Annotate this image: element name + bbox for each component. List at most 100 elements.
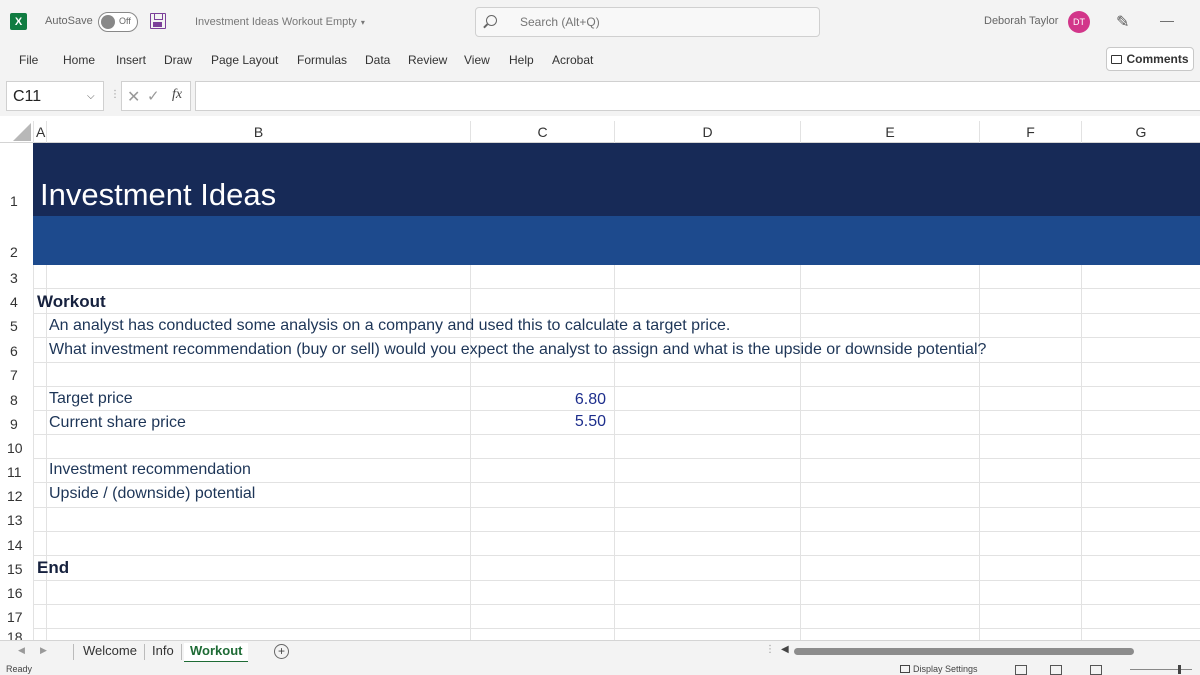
search-icon [486,15,497,26]
row-header[interactable]: 12 [0,484,33,508]
page-title[interactable]: Investment Ideas [40,177,276,213]
gridline [33,386,1200,387]
row-header[interactable]: 7 [0,363,33,387]
recommendation-label[interactable]: Investment recommendation [49,461,251,479]
search-input[interactable] [520,15,800,29]
row-header[interactable]: 6 [0,339,33,363]
tab-acrobat[interactable]: Acrobat [552,53,593,67]
normal-view-icon[interactable] [1015,665,1027,675]
select-all-corner[interactable] [0,121,33,143]
upside-label[interactable]: Upside / (downside) potential [49,485,255,503]
gridline [33,604,1200,605]
pen-icon[interactable]: ✎ [1116,12,1129,32]
row-header[interactable]: 9 [0,412,33,436]
row-header[interactable]: 10 [0,436,33,460]
gridline [33,555,1200,556]
current-price-label[interactable]: Current share price [49,414,186,432]
chevron-down-icon: ▾ [360,18,365,27]
column-header-f[interactable]: F [979,121,1081,143]
tab-help[interactable]: Help [509,53,534,67]
row-header[interactable]: 16 [0,581,33,605]
minimize-button[interactable]: — [1160,12,1174,28]
row-header[interactable]: 15 [0,557,33,581]
column-header-a[interactable]: A [33,121,46,143]
column-header-e[interactable]: E [800,121,979,143]
gridline [33,531,1200,532]
comments-button[interactable]: Comments [1106,47,1194,71]
spreadsheet-grid[interactable]: A B C D E F G Investment Ideas 1 2 3 4 5… [0,116,1200,640]
current-price-value[interactable]: 5.50 [526,413,606,431]
chevron-down-icon[interactable]: ⌵ [87,91,95,102]
tab-draw[interactable]: Draw [164,53,192,67]
row-header[interactable]: 5 [0,314,33,338]
ribbon-tabs: File Home Insert Draw Page Layout Formul… [0,44,1200,76]
formula-buttons: ✕ ✓ fx [121,81,191,111]
sheet-tab-welcome[interactable]: Welcome [83,643,137,658]
more-options-icon[interactable]: ⋮ [765,644,775,655]
tab-home[interactable]: Home [63,53,95,67]
tab-page-layout[interactable]: Page Layout [211,53,278,67]
user-name[interactable]: Deborah Taylor [984,15,1058,27]
tab-review[interactable]: Review [408,53,447,67]
autosave-toggle[interactable]: Off [98,12,138,32]
sheet-tab-workout[interactable]: Workout [184,643,249,663]
tab-data[interactable]: Data [365,53,390,67]
scroll-tabs-right-icon[interactable]: ▶ [40,645,47,656]
row-header[interactable]: 13 [0,508,33,532]
tab-file[interactable]: File [19,53,38,67]
column-header-c[interactable]: C [470,121,614,143]
gridline [33,337,1200,338]
display-settings-label: Display Settings [913,664,978,674]
row-header[interactable]: 18 [0,629,33,640]
add-sheet-button[interactable]: + [274,644,289,659]
tab-formulas[interactable]: Formulas [297,53,347,67]
scroll-tabs-left-icon[interactable]: ◀ [18,645,25,656]
insert-function-icon[interactable]: fx [172,87,182,103]
title-bar: X AutoSave Off Investment Ideas Workout … [0,0,1200,44]
row-header[interactable]: 1 [0,189,33,213]
avatar[interactable]: DT [1068,11,1090,33]
zoom-slider-thumb[interactable] [1178,665,1181,674]
gridline [33,580,1200,581]
gridline [33,458,1200,459]
autosave-label: AutoSave [45,15,93,27]
row-header[interactable]: 2 [0,240,33,264]
horizontal-scrollbar[interactable] [794,648,1134,655]
name-box-value: C11 [13,88,42,105]
document-title[interactable]: Investment Ideas Workout Empty ▾ [195,16,365,28]
row-header[interactable]: 3 [0,266,33,290]
column-headers: A B C D E F G [0,121,1200,143]
more-options-icon[interactable]: ⋮ [110,89,120,100]
gridline [33,362,1200,363]
row-header[interactable]: 11 [0,460,33,484]
tab-separator [73,644,74,660]
excel-logo-icon: X [10,13,27,30]
name-box[interactable]: C11 ⌵ [6,81,104,111]
scroll-left-icon[interactable]: ◀ [781,644,789,655]
column-header-b[interactable]: B [46,121,470,143]
page-break-view-icon[interactable] [1090,665,1102,675]
question-line-2[interactable]: What investment recommendation (buy or s… [49,341,986,359]
tab-view[interactable]: View [464,53,490,67]
sheet-tab-info[interactable]: Info [152,643,174,658]
row-header[interactable]: 4 [0,290,33,314]
zoom-slider[interactable] [1130,669,1192,670]
enter-icon[interactable]: ✓ [147,87,160,105]
target-price-label[interactable]: Target price [49,390,133,408]
column-header-g[interactable]: G [1081,121,1200,143]
formula-input[interactable] [195,81,1200,111]
display-settings-button[interactable]: Display Settings [900,664,978,674]
row-header[interactable]: 8 [0,388,33,412]
tab-insert[interactable]: Insert [116,53,146,67]
row-header[interactable]: 17 [0,605,33,629]
search-box[interactable] [475,7,820,37]
question-line-1[interactable]: An analyst has conducted some analysis o… [49,317,730,335]
column-header-d[interactable]: D [614,121,800,143]
target-price-value[interactable]: 6.80 [526,391,606,409]
workout-heading[interactable]: Workout [37,292,106,312]
cancel-icon[interactable]: ✕ [127,87,140,107]
save-icon[interactable] [150,13,166,29]
end-label[interactable]: End [37,558,69,578]
page-layout-view-icon[interactable] [1050,665,1062,675]
row-header[interactable]: 14 [0,533,33,557]
